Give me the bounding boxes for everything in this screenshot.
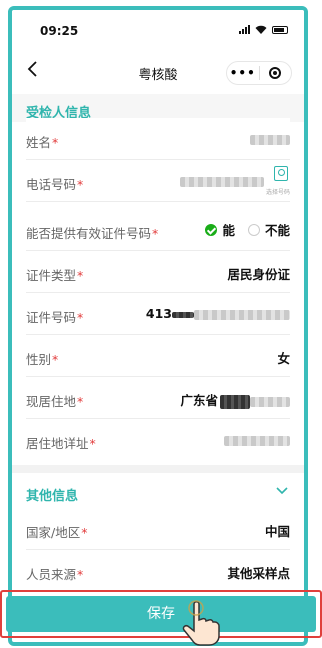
field-phone-label: 电话号码*	[26, 174, 83, 193]
label-text: 居住地详址	[26, 436, 89, 451]
label-text: 现居住地	[26, 394, 77, 409]
field-name-value	[250, 131, 290, 146]
mini-program-capsule: •••	[226, 61, 292, 85]
field-source[interactable]: 人员来源* 其他采样点	[26, 550, 290, 592]
required-mark: *	[77, 394, 84, 409]
required-mark: *	[77, 177, 84, 192]
field-phone[interactable]: 电话号码* 选择号码	[26, 160, 290, 202]
redaction-mark	[220, 394, 250, 409]
id-prefix: 413	[145, 306, 172, 321]
field-residence-value: 广东省	[180, 390, 290, 409]
required-mark: *	[81, 525, 88, 540]
save-highlight-box: 保存	[0, 590, 322, 638]
radio-no[interactable]	[247, 223, 260, 236]
field-name-label: 姓名*	[26, 132, 58, 151]
field-gender-label: 性别*	[26, 349, 58, 368]
radio-no-label[interactable]: 不能	[265, 220, 290, 239]
required-mark: *	[52, 352, 59, 367]
section-header-other[interactable]: 其他信息	[12, 473, 304, 507]
field-id-number[interactable]: 证件号码* 413	[26, 293, 290, 335]
pointing-hand-icon	[182, 600, 220, 646]
status-icons	[239, 25, 288, 34]
close-target-icon[interactable]	[260, 67, 292, 79]
radio-yes-label[interactable]: 能	[222, 220, 235, 239]
field-address-value	[224, 432, 290, 447]
required-mark: *	[77, 567, 84, 582]
label-text: 电话号码	[26, 177, 77, 192]
label-text: 性别	[26, 352, 52, 367]
blurred-text	[194, 309, 290, 320]
field-id-type[interactable]: 证件类型* 居民身份证	[26, 251, 290, 293]
contact-icon-caption: 选择号码	[265, 189, 290, 196]
blurred-text	[250, 396, 290, 407]
field-has-id-label: 能否提供有效证件号码*	[26, 223, 158, 242]
province-text: 广东省	[180, 393, 218, 408]
redaction-mark	[172, 311, 194, 318]
section-divider	[12, 465, 304, 473]
field-source-label: 人员来源*	[26, 564, 83, 583]
status-time: 09:25	[40, 24, 79, 38]
label-text: 证件号码	[26, 310, 77, 325]
field-gender-value: 女	[277, 351, 290, 366]
chevron-down-icon[interactable]	[276, 487, 288, 495]
label-text: 能否提供有效证件号码	[26, 226, 152, 241]
save-button[interactable]: 保存	[6, 596, 316, 632]
required-mark: *	[52, 135, 59, 150]
field-phone-value	[180, 173, 264, 188]
field-country[interactable]: 国家/地区* 中国	[26, 508, 290, 550]
more-icon[interactable]: •••	[227, 66, 259, 80]
battery-icon	[272, 25, 288, 34]
signal-icon	[239, 25, 250, 34]
label-text: 证件类型	[26, 268, 77, 283]
label-text: 人员来源	[26, 567, 77, 582]
radio-yes[interactable]	[205, 223, 218, 236]
field-name[interactable]: 姓名*	[26, 118, 290, 160]
field-address[interactable]: 居住地详址*	[26, 419, 290, 461]
label-text: 姓名	[26, 135, 52, 150]
id-radio-group: 能 不能	[205, 220, 290, 239]
field-id-number-label: 证件号码*	[26, 307, 83, 326]
field-id-type-label: 证件类型*	[26, 265, 83, 284]
field-country-label: 国家/地区*	[26, 522, 87, 541]
wifi-icon	[255, 25, 267, 34]
field-address-label: 居住地详址*	[26, 433, 96, 452]
blurred-text	[250, 134, 290, 145]
field-residence[interactable]: 现居住地* 广东省	[26, 377, 290, 419]
required-mark: *	[89, 436, 96, 451]
field-id-type-value: 居民身份证	[227, 267, 290, 282]
field-id-number-value: 413	[146, 306, 290, 321]
status-bar: 09:25	[12, 10, 304, 44]
required-mark: *	[77, 268, 84, 283]
field-residence-label: 现居住地*	[26, 391, 83, 410]
contact-card-icon[interactable]	[274, 166, 288, 181]
required-mark: *	[152, 226, 159, 241]
field-gender[interactable]: 性别* 女	[26, 335, 290, 377]
blurred-text	[224, 435, 290, 446]
required-mark: *	[77, 310, 84, 325]
field-country-value: 中国	[264, 524, 290, 539]
phone-frame: 09:25 粤核酸 ••• 受检人信息 姓名* 电话号码* 选择号码 能否提供有…	[8, 6, 308, 646]
blurred-text	[180, 176, 264, 187]
field-source-value: 其他采样点	[227, 566, 290, 581]
section-title-other: 其他信息	[26, 489, 79, 504]
field-has-id: 能否提供有效证件号码* 能 不能	[26, 209, 290, 251]
label-text: 国家/地区	[26, 525, 81, 540]
nav-bar: 粤核酸 •••	[12, 44, 304, 94]
